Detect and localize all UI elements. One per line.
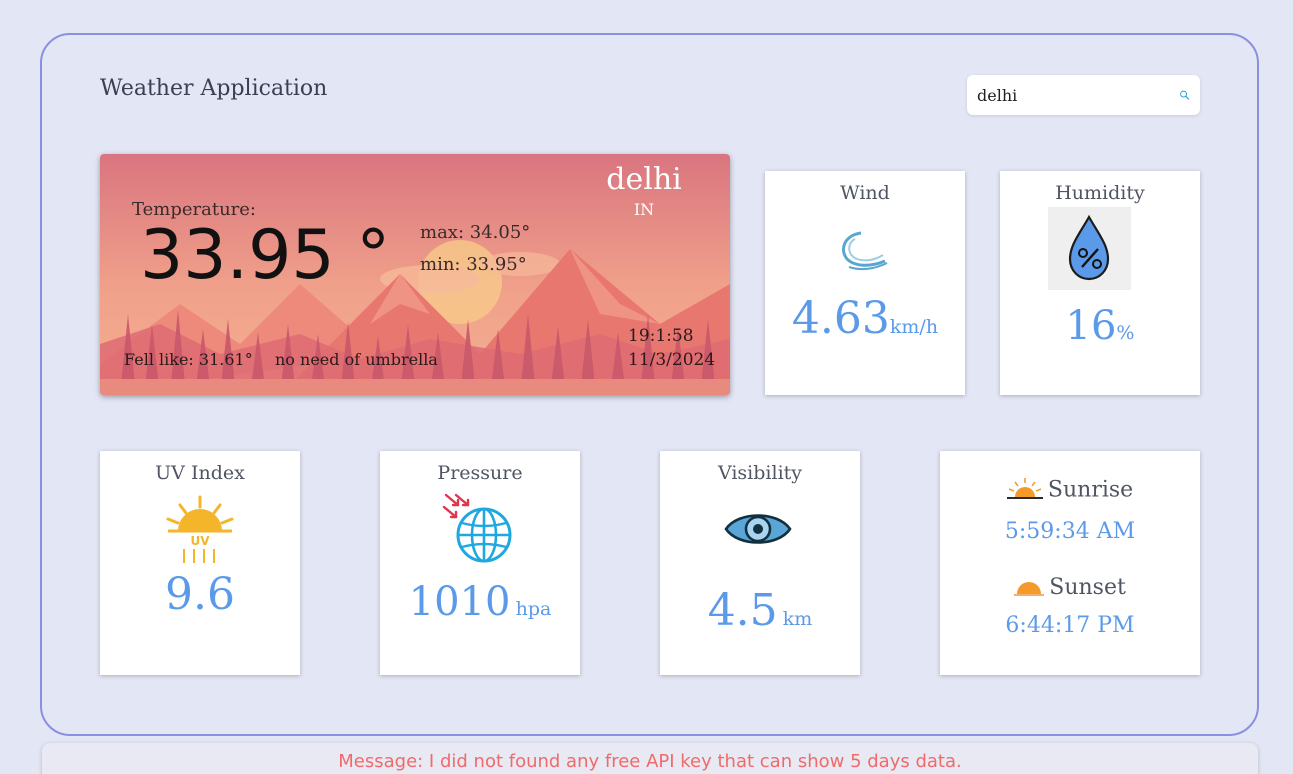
humidity-title: Humidity xyxy=(1055,182,1145,204)
sunrise-row: Sunrise xyxy=(940,477,1200,503)
visibility-card: Visibility 4.5 km xyxy=(660,451,860,675)
wind-unit: km/h xyxy=(889,316,939,338)
visibility-value-line: 4.5 km xyxy=(660,585,860,636)
visibility-value: 4.5 xyxy=(707,585,778,636)
wind-title: Wind xyxy=(840,182,890,204)
wind-value: 4.63 xyxy=(791,293,890,344)
sunset-row: Sunset xyxy=(940,575,1200,600)
search-box[interactable] xyxy=(967,75,1200,115)
uv-value-line: 9.6 xyxy=(100,569,300,620)
uv-sun-icon: UV xyxy=(166,495,234,563)
svg-text:UV: UV xyxy=(190,534,210,548)
max-temperature: max: 34.05° xyxy=(420,222,531,243)
pressure-globe-icon xyxy=(442,493,512,563)
current-date: 11/3/2024 xyxy=(628,350,716,370)
wind-value-line: 4.63km/h xyxy=(765,293,965,344)
humidity-card: Humidity 16% xyxy=(1000,171,1200,395)
current-weather-card: Temperature: 33.95 ° max: 34.05° min: 33… xyxy=(100,154,730,395)
pressure-unit: hpa xyxy=(515,598,552,620)
humidity-drop-icon xyxy=(1048,207,1131,290)
visibility-unit: km xyxy=(782,608,813,630)
sunrise-icon xyxy=(1006,478,1043,499)
min-temperature: min: 33.95° xyxy=(420,254,527,275)
uv-title: UV Index xyxy=(155,462,245,484)
humidity-value: 16 xyxy=(1065,303,1117,349)
wind-card: Wind 4.63km/h xyxy=(765,171,965,395)
pressure-value: 1010 xyxy=(408,579,511,625)
visibility-title: Visibility xyxy=(717,462,803,484)
pressure-title: Pressure xyxy=(437,462,523,484)
temperature-value: 33.95 ° xyxy=(140,216,391,295)
eye-icon xyxy=(724,514,792,544)
current-time: 19:1:58 xyxy=(628,326,694,346)
uv-value: 9.6 xyxy=(165,569,235,620)
app-title: Weather Application xyxy=(100,76,328,101)
sunrise-label: Sunrise xyxy=(1047,477,1134,503)
city-name: delhi xyxy=(606,162,682,197)
search-input[interactable] xyxy=(977,85,1179,105)
humidity-value-line: 16% xyxy=(1000,303,1200,349)
message-bar: Message: I did not found any free API ke… xyxy=(42,743,1258,774)
humidity-unit: % xyxy=(1116,322,1135,344)
pressure-value-line: 1010 hpa xyxy=(380,579,580,625)
sunset-label: Sunset xyxy=(1049,575,1126,600)
sunset-time: 6:44:17 PM xyxy=(1005,613,1135,638)
feels-like: Fell like: 31.61° xyxy=(124,350,253,369)
uv-index-card: UV Index UV 9.6 xyxy=(100,451,300,675)
sunrise-sunset-card: Sunrise 5:59:34 AM Sunset 6:44:17 PM xyxy=(940,451,1200,675)
sunrise-time: 5:59:34 AM xyxy=(1004,519,1136,544)
umbrella-advice: no need of umbrella xyxy=(275,350,438,369)
search-icon[interactable] xyxy=(1179,84,1190,106)
wind-icon xyxy=(842,231,888,271)
pressure-card: Pressure 1010 hpa xyxy=(380,451,580,675)
sunset-icon xyxy=(1014,581,1045,596)
country-code: IN xyxy=(633,200,655,219)
